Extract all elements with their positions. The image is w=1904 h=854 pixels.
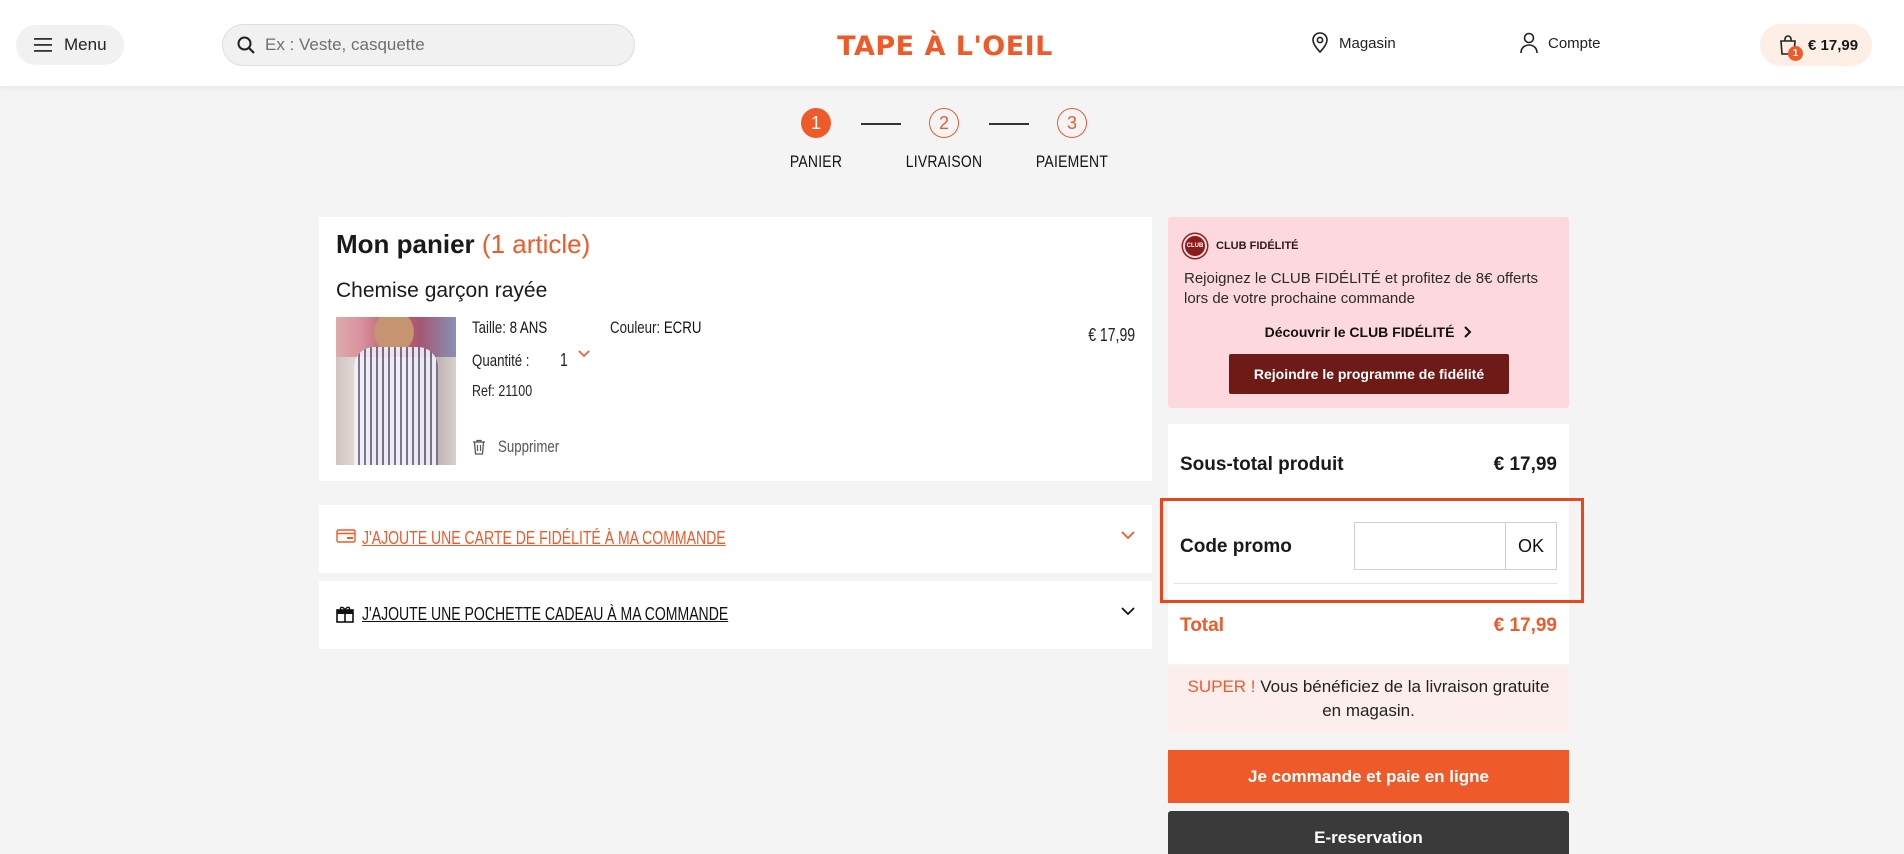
quantity-label: Quantité :	[472, 351, 530, 370]
subtotal-label: Sous-total produit	[1180, 454, 1344, 475]
product-image[interactable]	[336, 317, 456, 465]
promo-ok-button[interactable]: OK	[1505, 522, 1557, 570]
chevron-down-icon	[1121, 531, 1135, 540]
delete-label: Supprimer	[498, 437, 560, 456]
size-label: Taille:	[472, 318, 506, 337]
step-cart[interactable]: 1 PANIER	[766, 108, 866, 172]
cart-total: € 17,99	[1808, 36, 1859, 54]
search-input[interactable]	[265, 35, 625, 55]
site-header: Menu TAPE À L'OEIL Magasin Compte 1 € 17…	[0, 0, 1904, 86]
total-label: Total	[1180, 615, 1224, 636]
step-label: PANIER	[789, 152, 843, 171]
cart-title: Mon panier (1 article)	[336, 229, 590, 260]
brand-logo[interactable]: TAPE À L'OEIL	[837, 26, 1052, 66]
loyalty-club-card: CLUB CLUB FIDÉLITÉ Rejoignez le CLUB FID…	[1168, 217, 1569, 408]
chevron-down-icon[interactable]	[577, 347, 591, 361]
promo-label: Code promo	[1180, 536, 1292, 557]
club-logo: CLUB	[1183, 234, 1207, 258]
super-label: SUPER !	[1187, 677, 1256, 696]
cart-button[interactable]: 1 € 17,99	[1760, 24, 1872, 66]
trash-icon	[473, 439, 485, 455]
ereservation-button[interactable]: E-reservation	[1168, 811, 1569, 854]
product-name[interactable]: Chemise garçon rayée	[336, 279, 547, 303]
discover-club-label: Découvrir le CLUB FIDÉLITÉ	[1264, 324, 1455, 340]
color-value: ECRU	[663, 318, 702, 337]
club-description: Rejoignez le CLUB FIDÉLITÉ et profitez d…	[1184, 270, 1539, 307]
chevron-down-icon	[1121, 607, 1135, 616]
user-icon	[1520, 32, 1538, 54]
location-pin-icon	[1312, 32, 1328, 54]
chevron-right-icon	[1464, 326, 1472, 338]
account-label: Compte	[1548, 34, 1601, 52]
size-value: 8 ANS	[509, 318, 548, 337]
cart-title-text: Mon panier	[336, 229, 475, 259]
search-box[interactable]	[222, 24, 635, 66]
menu-label: Menu	[64, 35, 107, 54]
gift-bag-accordion[interactable]: J'AJOUTE UNE POCHETTE CADEAU À MA COMMAN…	[319, 581, 1152, 649]
subtotal-value: € 17,99	[1493, 454, 1557, 475]
color-label: Couleur:	[610, 318, 661, 337]
loyalty-card-accordion[interactable]: J'AJOUTE UNE CARTE DE FIDÉLITÉ À MA COMM…	[319, 505, 1152, 573]
search-icon	[237, 36, 255, 54]
store-link[interactable]: Magasin	[1311, 32, 1396, 54]
product-price: € 17,99	[1088, 325, 1135, 345]
step-number: 1	[801, 108, 831, 138]
cart-panel: Mon panier (1 article) Chemise garçon ra…	[319, 217, 1152, 481]
free-delivery-banner: SUPER ! Vous bénéficiez de la livraison …	[1168, 666, 1569, 732]
promo-code-input[interactable]	[1354, 522, 1506, 570]
total-value: € 17,99	[1493, 615, 1557, 636]
cart-item-count: (1 article)	[481, 229, 591, 259]
gift-bag-label: J'AJOUTE UNE POCHETTE CADEAU À MA COMMAN…	[362, 604, 729, 624]
gift-icon	[336, 606, 354, 623]
delete-button[interactable]: Supprimer	[472, 437, 576, 457]
account-link[interactable]: Compte	[1520, 32, 1601, 54]
cart-count-badge: 1	[1788, 46, 1803, 61]
order-online-button[interactable]: Je commande et paie en ligne	[1168, 750, 1569, 803]
step-label: LIVRAISON	[905, 152, 983, 171]
product-color: Couleur: ECRU	[610, 318, 701, 338]
menu-button[interactable]: Menu	[16, 25, 124, 65]
step-number: 3	[1057, 108, 1087, 138]
divider	[1174, 583, 1557, 584]
quantity-select[interactable]: 1	[560, 350, 568, 371]
hamburger-icon	[34, 38, 52, 52]
product-ref: Ref: 21100	[472, 383, 533, 400]
card-icon	[336, 529, 356, 543]
product-size: Taille: 8 ANS	[472, 318, 547, 338]
club-title: CLUB FIDÉLITÉ	[1216, 240, 1299, 252]
step-label: PAIEMENT	[1035, 152, 1109, 171]
step-delivery[interactable]: 2 LIVRAISON	[894, 108, 994, 172]
step-payment[interactable]: 3 PAIEMENT	[1022, 108, 1122, 172]
total-row: Total € 17,99	[1180, 615, 1557, 637]
subtotal-row: Sous-total produit € 17,99	[1180, 454, 1557, 476]
join-club-button[interactable]: Rejoindre le programme de fidélité	[1229, 354, 1509, 394]
order-summary: Sous-total produit € 17,99 Code promo OK…	[1168, 424, 1569, 664]
loyalty-card-label: J'AJOUTE UNE CARTE DE FIDÉLITÉ À MA COMM…	[362, 528, 726, 548]
step-number: 2	[929, 108, 959, 138]
free-delivery-text: Vous bénéficiez de la livraison gratuite…	[1260, 677, 1550, 720]
store-label: Magasin	[1339, 34, 1396, 52]
discover-club-link[interactable]: Découvrir le CLUB FIDÉLITÉ	[1168, 324, 1569, 340]
